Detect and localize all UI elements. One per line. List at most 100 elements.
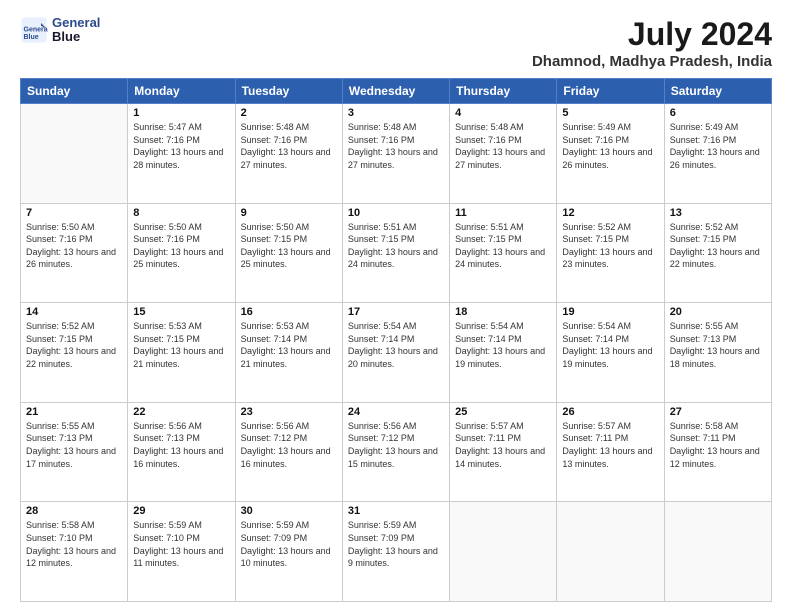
day-number: 3 <box>348 107 444 119</box>
subtitle: Dhamnod, Madhya Pradesh, India <box>532 53 772 70</box>
week-row-0: 1 Sunrise: 5:47 AMSunset: 7:16 PMDaylight… <box>21 104 772 204</box>
day-info: Sunrise: 5:51 AMSunset: 7:15 PMDaylight:… <box>455 221 551 271</box>
day-number: 25 <box>455 406 551 418</box>
day-number: 10 <box>348 207 444 219</box>
header-cell-saturday: Saturday <box>664 79 771 104</box>
day-number: 23 <box>241 406 337 418</box>
day-info: Sunrise: 5:59 AMSunset: 7:10 PMDaylight:… <box>133 519 229 569</box>
header-cell-monday: Monday <box>128 79 235 104</box>
day-cell: 25Sunrise: 5:57 AMSunset: 7:11 PMDayligh… <box>450 402 557 502</box>
day-cell: 7 Sunrise: 5:50 AMSunset: 7:16 PMDaylight… <box>21 203 128 303</box>
day-info: Sunrise: 5:48 AMSunset: 7:16 PMDaylight:… <box>241 121 337 171</box>
day-number: 29 <box>133 505 229 517</box>
day-cell: 10 Sunrise: 5:51 AMSunset: 7:15 PMDayligh… <box>342 203 449 303</box>
day-info: Sunrise: 5:49 AMSunset: 7:16 PMDaylight:… <box>670 121 766 171</box>
day-info: Sunrise: 5:58 AMSunset: 7:11 PMDaylight:… <box>670 420 766 470</box>
day-number: 2 <box>241 107 337 119</box>
calendar-table: SundayMondayTuesdayWednesdayThursdayFrid… <box>20 78 772 602</box>
logo-icon: General Blue <box>20 16 48 44</box>
day-info: Sunrise: 5:54 AMSunset: 7:14 PMDaylight:… <box>455 320 551 370</box>
day-info: Sunrise: 5:50 AMSunset: 7:15 PMDaylight:… <box>241 221 337 271</box>
header-cell-friday: Friday <box>557 79 664 104</box>
day-cell: 27 Sunrise: 5:58 AMSunset: 7:11 PMDayligh… <box>664 402 771 502</box>
day-cell: 31Sunrise: 5:59 AMSunset: 7:09 PMDayligh… <box>342 502 449 602</box>
header-cell-sunday: Sunday <box>21 79 128 104</box>
day-number: 13 <box>670 207 766 219</box>
day-cell: 17 Sunrise: 5:54 AMSunset: 7:14 PMDayligh… <box>342 303 449 403</box>
header-cell-thursday: Thursday <box>450 79 557 104</box>
day-cell: 23Sunrise: 5:56 AMSunset: 7:12 PMDayligh… <box>235 402 342 502</box>
day-info: Sunrise: 5:49 AMSunset: 7:16 PMDaylight:… <box>562 121 658 171</box>
page: General Blue General Blue July 2024 Dham… <box>0 0 792 612</box>
title-block: July 2024 Dhamnod, Madhya Pradesh, India <box>532 16 772 70</box>
day-number: 17 <box>348 306 444 318</box>
day-cell <box>450 502 557 602</box>
day-number: 15 <box>133 306 229 318</box>
day-cell: 5 Sunrise: 5:49 AMSunset: 7:16 PMDaylight… <box>557 104 664 204</box>
header: General Blue General Blue July 2024 Dham… <box>20 16 772 70</box>
day-info: Sunrise: 5:47 AMSunset: 7:16 PMDaylight:… <box>133 121 229 171</box>
day-cell: 19Sunrise: 5:54 AMSunset: 7:14 PMDayligh… <box>557 303 664 403</box>
day-number: 12 <box>562 207 658 219</box>
day-info: Sunrise: 5:54 AMSunset: 7:14 PMDaylight:… <box>562 320 658 370</box>
week-row-1: 7 Sunrise: 5:50 AMSunset: 7:16 PMDaylight… <box>21 203 772 303</box>
day-info: Sunrise: 5:56 AMSunset: 7:13 PMDaylight:… <box>133 420 229 470</box>
day-info: Sunrise: 5:55 AMSunset: 7:13 PMDaylight:… <box>26 420 122 470</box>
main-title: July 2024 <box>532 16 772 53</box>
day-number: 21 <box>26 406 122 418</box>
day-info: Sunrise: 5:58 AMSunset: 7:10 PMDaylight:… <box>26 519 122 569</box>
day-number: 18 <box>455 306 551 318</box>
day-cell: 30Sunrise: 5:59 AMSunset: 7:09 PMDayligh… <box>235 502 342 602</box>
day-number: 5 <box>562 107 658 119</box>
header-row: SundayMondayTuesdayWednesdayThursdayFrid… <box>21 79 772 104</box>
day-info: Sunrise: 5:53 AMSunset: 7:14 PMDaylight:… <box>241 320 337 370</box>
day-cell: 21 Sunrise: 5:55 AMSunset: 7:13 PMDayligh… <box>21 402 128 502</box>
day-number: 30 <box>241 505 337 517</box>
day-info: Sunrise: 5:50 AMSunset: 7:16 PMDaylight:… <box>26 221 122 271</box>
day-number: 27 <box>670 406 766 418</box>
week-row-4: 28Sunrise: 5:58 AMSunset: 7:10 PMDayligh… <box>21 502 772 602</box>
week-row-3: 21 Sunrise: 5:55 AMSunset: 7:13 PMDayligh… <box>21 402 772 502</box>
day-number: 24 <box>348 406 444 418</box>
day-number: 7 <box>26 207 122 219</box>
day-cell: 1 Sunrise: 5:47 AMSunset: 7:16 PMDaylight… <box>128 104 235 204</box>
day-cell <box>557 502 664 602</box>
day-info: Sunrise: 5:56 AMSunset: 7:12 PMDaylight:… <box>348 420 444 470</box>
logo-line1: General <box>52 16 100 30</box>
svg-text:Blue: Blue <box>24 34 39 41</box>
day-number: 14 <box>26 306 122 318</box>
day-number: 11 <box>455 207 551 219</box>
day-info: Sunrise: 5:48 AMSunset: 7:16 PMDaylight:… <box>348 121 444 171</box>
day-info: Sunrise: 5:52 AMSunset: 7:15 PMDaylight:… <box>26 320 122 370</box>
day-info: Sunrise: 5:59 AMSunset: 7:09 PMDaylight:… <box>348 519 444 569</box>
header-cell-wednesday: Wednesday <box>342 79 449 104</box>
day-cell: 12 Sunrise: 5:52 AMSunset: 7:15 PMDayligh… <box>557 203 664 303</box>
day-number: 22 <box>133 406 229 418</box>
day-cell: 9Sunrise: 5:50 AMSunset: 7:15 PMDaylight… <box>235 203 342 303</box>
day-cell <box>21 104 128 204</box>
day-cell: 26Sunrise: 5:57 AMSunset: 7:11 PMDayligh… <box>557 402 664 502</box>
day-info: Sunrise: 5:53 AMSunset: 7:15 PMDaylight:… <box>133 320 229 370</box>
day-cell: 11 Sunrise: 5:51 AMSunset: 7:15 PMDayligh… <box>450 203 557 303</box>
day-info: Sunrise: 5:52 AMSunset: 7:15 PMDaylight:… <box>562 221 658 271</box>
day-info: Sunrise: 5:54 AMSunset: 7:14 PMDaylight:… <box>348 320 444 370</box>
day-cell: 18 Sunrise: 5:54 AMSunset: 7:14 PMDayligh… <box>450 303 557 403</box>
day-info: Sunrise: 5:57 AMSunset: 7:11 PMDaylight:… <box>562 420 658 470</box>
day-info: Sunrise: 5:50 AMSunset: 7:16 PMDaylight:… <box>133 221 229 271</box>
day-cell: 28Sunrise: 5:58 AMSunset: 7:10 PMDayligh… <box>21 502 128 602</box>
day-info: Sunrise: 5:48 AMSunset: 7:16 PMDaylight:… <box>455 121 551 171</box>
day-info: Sunrise: 5:51 AMSunset: 7:15 PMDaylight:… <box>348 221 444 271</box>
day-cell: 15 Sunrise: 5:53 AMSunset: 7:15 PMDayligh… <box>128 303 235 403</box>
day-cell: 22 Sunrise: 5:56 AMSunset: 7:13 PMDayligh… <box>128 402 235 502</box>
day-info: Sunrise: 5:52 AMSunset: 7:15 PMDaylight:… <box>670 221 766 271</box>
day-number: 4 <box>455 107 551 119</box>
calendar-header: SundayMondayTuesdayWednesdayThursdayFrid… <box>21 79 772 104</box>
day-cell: 20Sunrise: 5:55 AMSunset: 7:13 PMDayligh… <box>664 303 771 403</box>
day-cell: 14 Sunrise: 5:52 AMSunset: 7:15 PMDayligh… <box>21 303 128 403</box>
day-number: 1 <box>133 107 229 119</box>
day-number: 16 <box>241 306 337 318</box>
day-number: 8 <box>133 207 229 219</box>
day-cell: 2 Sunrise: 5:48 AMSunset: 7:16 PMDaylight… <box>235 104 342 204</box>
day-number: 20 <box>670 306 766 318</box>
day-cell: 24 Sunrise: 5:56 AMSunset: 7:12 PMDayligh… <box>342 402 449 502</box>
